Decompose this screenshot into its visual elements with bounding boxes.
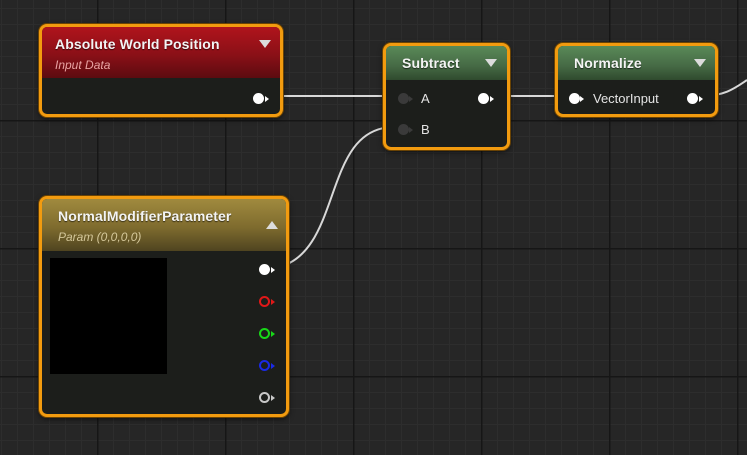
output-pin-arrow-icon (265, 96, 269, 102)
output-pin-rgba-arrow-icon (271, 267, 275, 273)
node-title: NormalModifierParameter (58, 208, 232, 224)
parameter-preview-swatch (50, 258, 167, 374)
pin-label-b: B (421, 122, 430, 137)
subtract-node[interactable]: Subtract A B (383, 43, 510, 150)
node-subtitle: Input Data (55, 58, 111, 72)
output-pin-alpha[interactable] (259, 392, 270, 403)
output-pin-red-arrow-icon (271, 299, 275, 305)
absolute-world-position-node[interactable]: Absolute World Position Input Data (39, 24, 283, 117)
output-pin[interactable] (687, 93, 698, 104)
collapse-arrow-icon[interactable] (259, 40, 271, 48)
node-title: Subtract (402, 55, 460, 71)
input-pin-b[interactable] (398, 124, 409, 135)
output-pin-green[interactable] (259, 328, 270, 339)
output-pin-arrow-icon (490, 96, 494, 102)
collapse-arrow-icon[interactable] (485, 59, 497, 67)
collapse-arrow-icon[interactable] (694, 59, 706, 67)
output-pin-green-arrow-icon (271, 331, 275, 337)
node-header[interactable]: NormalModifierParameter Param (0,0,0,0) (42, 199, 286, 251)
output-pin-red[interactable] (259, 296, 270, 307)
output-pin-rgba[interactable] (259, 264, 270, 275)
node-header[interactable]: Normalize (558, 46, 715, 80)
input-pin-b-arrow-icon (409, 127, 413, 133)
pin-label-a: A (421, 91, 430, 106)
output-pin-blue[interactable] (259, 360, 270, 371)
output-pin[interactable] (253, 93, 264, 104)
input-pin-a[interactable] (398, 93, 409, 104)
output-pin-arrow-icon (699, 96, 703, 102)
normal-modifier-parameter-node[interactable]: NormalModifierParameter Param (0,0,0,0) (39, 196, 289, 417)
output-pin-alpha-arrow-icon (271, 395, 275, 401)
pin-label-vector-input: VectorInput (593, 91, 659, 106)
input-pin-vector[interactable] (569, 93, 580, 104)
input-pin-a-arrow-icon (409, 96, 413, 102)
output-pin[interactable] (478, 93, 489, 104)
node-title: Normalize (574, 55, 642, 71)
input-pin-vector-arrow-icon (580, 96, 584, 102)
normalize-node[interactable]: Normalize VectorInput (555, 43, 718, 117)
node-header[interactable]: Absolute World Position Input Data (42, 27, 280, 78)
node-subtitle: Param (0,0,0,0) (58, 230, 142, 244)
node-title: Absolute World Position (55, 36, 220, 52)
wire-param-to-b (274, 125, 397, 269)
output-pin-blue-arrow-icon (271, 363, 275, 369)
node-header[interactable]: Subtract (386, 46, 507, 80)
collapse-arrow-icon[interactable] (266, 221, 278, 229)
